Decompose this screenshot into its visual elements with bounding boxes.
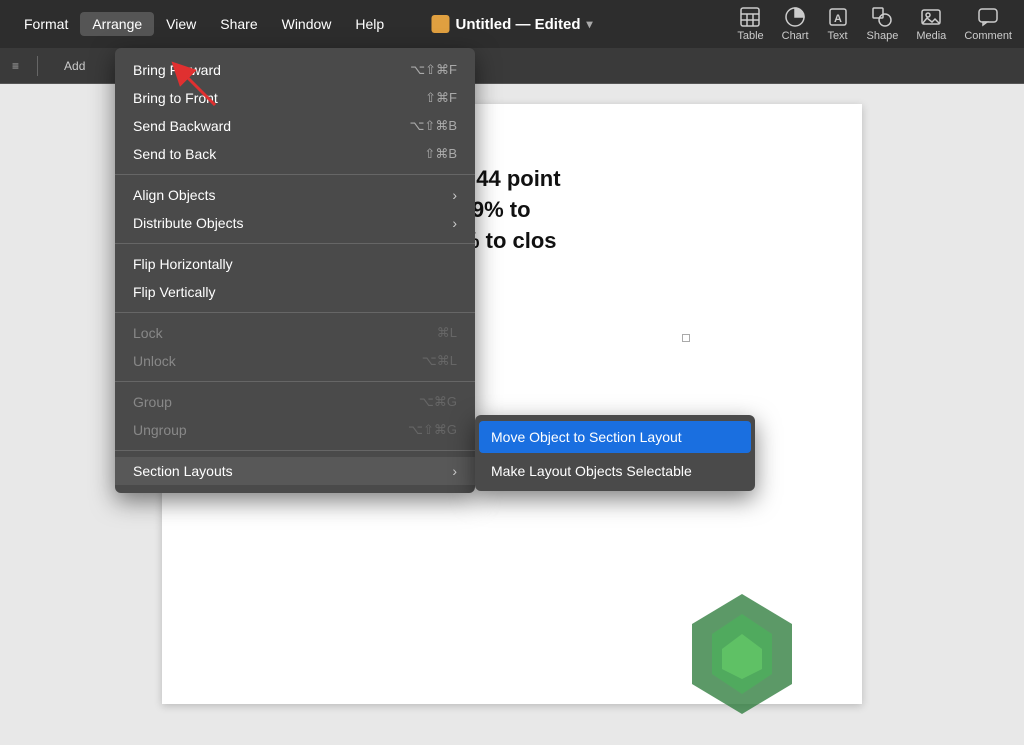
make-layout-objects-selectable-item[interactable]: Make Layout Objects Selectable: [475, 455, 755, 487]
submenu-arrow-icon-2: ›: [452, 215, 457, 231]
flip-vertically-item[interactable]: Flip Vertically: [115, 278, 475, 306]
divider-3: [115, 312, 475, 313]
send-backward-item[interactable]: Send Backward ⌥⇧⌘B: [115, 112, 475, 140]
arrange-menu-section-2: Align Objects › Distribute Objects ›: [115, 179, 475, 239]
unlock-item[interactable]: Unlock ⌥⌘L: [115, 347, 475, 375]
submenu-arrow-icon-3: ›: [452, 463, 457, 479]
submenu-arrow-icon: ›: [452, 187, 457, 203]
section-layouts-item[interactable]: Section Layouts ›: [115, 457, 475, 485]
logo-image: [682, 584, 802, 704]
comment-button[interactable]: Comment: [964, 6, 1012, 42]
menu-arrange[interactable]: Arrange: [80, 12, 154, 36]
text-button[interactable]: A Text: [827, 6, 849, 42]
lock-item[interactable]: Lock ⌘L: [115, 319, 475, 347]
arrange-menu-section-4: Lock ⌘L Unlock ⌥⌘L: [115, 317, 475, 377]
align-objects-item[interactable]: Align Objects ›: [115, 181, 475, 209]
section-layouts-submenu: Move Object to Section Layout Make Layou…: [475, 415, 755, 491]
toolbar-right: Table Chart A Text Shape: [737, 6, 1012, 42]
media-button[interactable]: Media: [916, 6, 946, 42]
menu-view[interactable]: View: [154, 12, 208, 36]
document-title: Untitled — Edited: [455, 16, 580, 33]
divider-5: [115, 450, 475, 451]
flip-horizontally-item[interactable]: Flip Horizontally: [115, 250, 475, 278]
document-title-area: Untitled — Edited ▾: [431, 15, 592, 33]
selection-handle-2: [682, 334, 690, 342]
ungroup-item[interactable]: Ungroup ⌥⇧⌘G: [115, 416, 475, 444]
divider-1: [115, 174, 475, 175]
menu-window[interactable]: Window: [270, 12, 344, 36]
distribute-objects-item[interactable]: Distribute Objects ›: [115, 209, 475, 237]
chevron-down-icon[interactable]: ▾: [586, 17, 592, 31]
arrow-indicator: [165, 55, 225, 115]
add-button[interactable]: Add: [56, 57, 93, 75]
menu-format[interactable]: Format: [12, 12, 80, 36]
divider-4: [115, 381, 475, 382]
menu-share[interactable]: Share: [208, 12, 269, 36]
group-item[interactable]: Group ⌥⌘G: [115, 388, 475, 416]
menu-items: Format Arrange View Share Window Help: [12, 12, 396, 36]
view-toggle[interactable]: ≡: [12, 59, 19, 73]
svg-text:A: A: [834, 13, 842, 25]
arrange-menu-section-3: Flip Horizontally Flip Vertically: [115, 248, 475, 308]
move-object-to-section-layout-item[interactable]: Move Object to Section Layout: [479, 421, 751, 453]
menu-bar: Format Arrange View Share Window Help Un…: [0, 0, 1024, 48]
document-icon: [431, 15, 449, 33]
arrange-menu-section-5: Group ⌥⌘G Ungroup ⌥⇧⌘G: [115, 386, 475, 446]
send-to-back-item[interactable]: Send to Back ⇧⌘B: [115, 140, 475, 168]
table-button[interactable]: Table: [737, 6, 763, 42]
menu-help[interactable]: Help: [343, 12, 396, 36]
divider-2: [115, 243, 475, 244]
shape-button[interactable]: Shape: [867, 6, 899, 42]
chart-button[interactable]: Chart: [782, 6, 809, 42]
arrange-menu-section-6: Section Layouts › Move Object to Section…: [115, 455, 475, 487]
